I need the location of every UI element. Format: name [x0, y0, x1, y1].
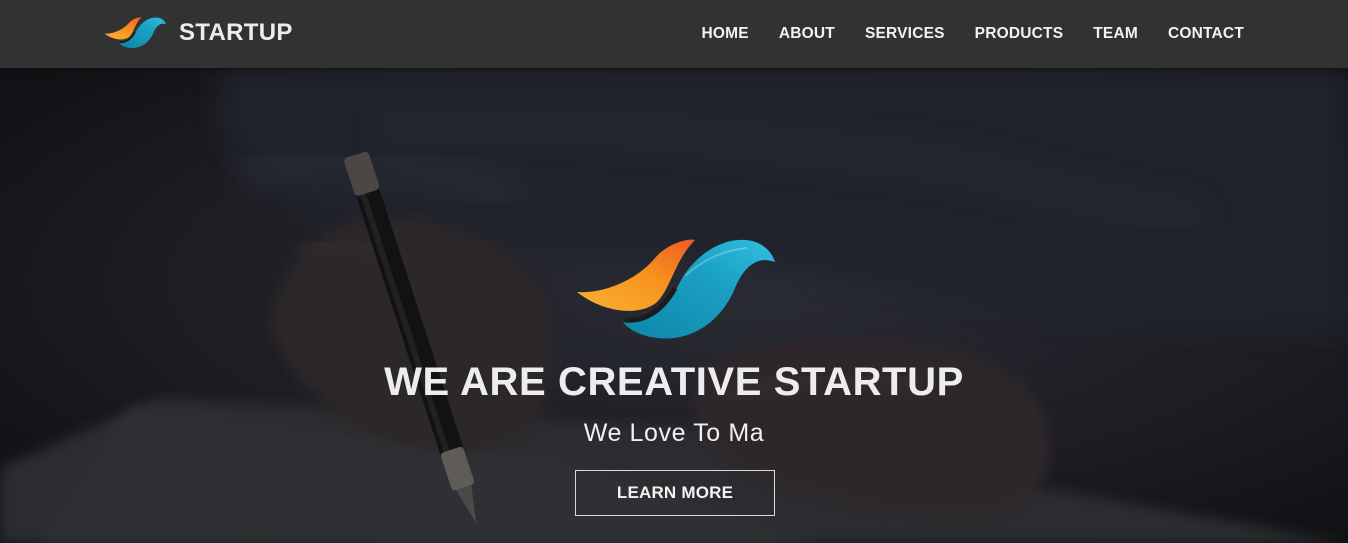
navbar: STARTUP HOME ABOUT SERVICES PRODUCTS TEA… — [0, 0, 1348, 68]
bird-logo-icon — [577, 239, 775, 339]
hero-title: WE ARE CREATIVE STARTUP — [384, 360, 964, 404]
brand-name: STARTUP — [179, 19, 293, 46]
bird-logo-icon — [104, 17, 166, 49]
hero-section: WE ARE CREATIVE STARTUP We Love To Ma LE… — [0, 68, 1348, 543]
nav-link-home[interactable]: HOME — [702, 25, 749, 42]
nav-item-home: HOME — [702, 25, 749, 43]
nav-link-services[interactable]: SERVICES — [865, 25, 945, 42]
nav-link-about[interactable]: ABOUT — [779, 25, 835, 42]
nav-link-contact[interactable]: CONTACT — [1168, 25, 1244, 42]
main-nav: HOME ABOUT SERVICES PRODUCTS TEAM CONTAC… — [672, 0, 1244, 68]
brand-link[interactable]: STARTUP — [104, 14, 293, 52]
nav-link-team[interactable]: TEAM — [1093, 25, 1138, 42]
nav-item-about: ABOUT — [779, 25, 835, 43]
nav-item-products: PRODUCTS — [975, 25, 1064, 43]
nav-item-contact: CONTACT — [1168, 25, 1244, 43]
nav-item-team: TEAM — [1093, 25, 1138, 43]
learn-more-button[interactable]: LEARN MORE — [575, 470, 775, 516]
hero-content: WE ARE CREATIVE STARTUP We Love To Ma LE… — [0, 68, 1348, 543]
nav-link-products[interactable]: PRODUCTS — [975, 25, 1064, 42]
nav-item-services: SERVICES — [865, 25, 945, 43]
hero-subtitle: We Love To Ma — [583, 419, 765, 447]
